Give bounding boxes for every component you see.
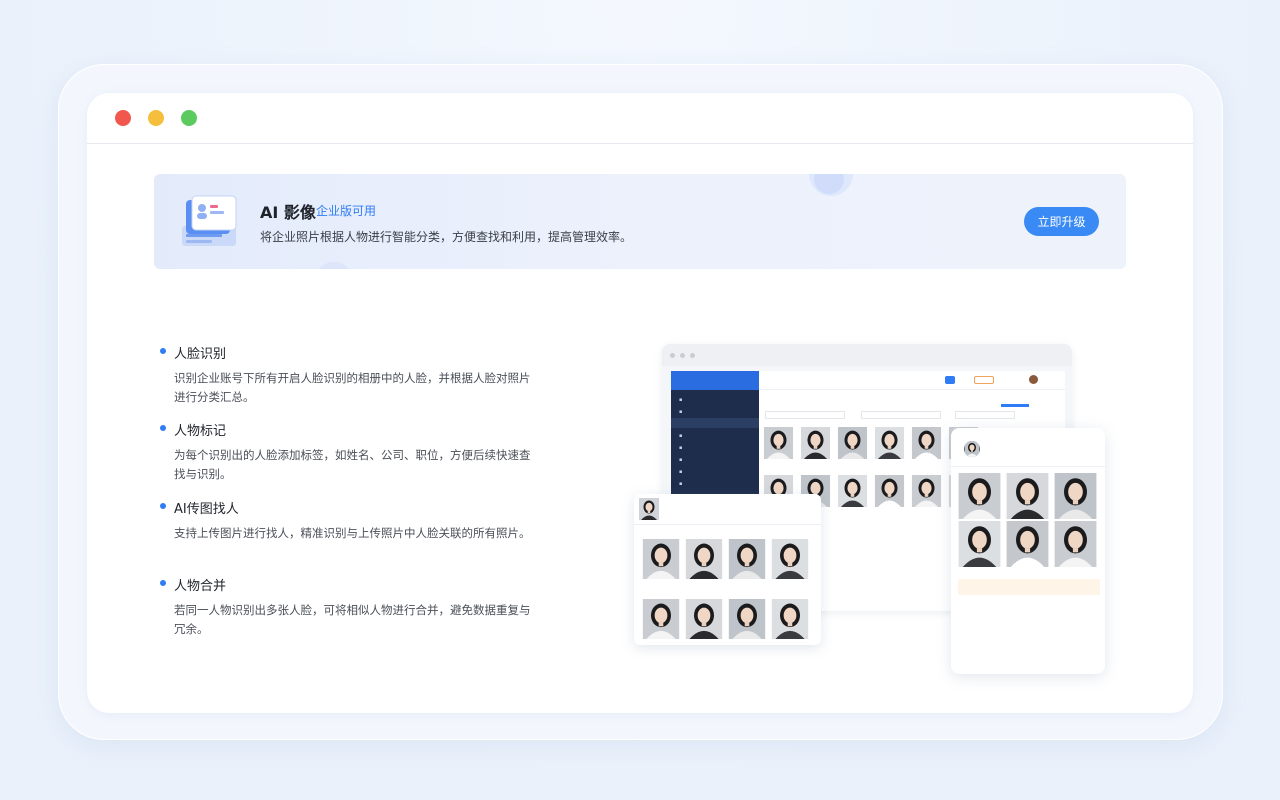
feature-description: 为每个识别出的人脸添加标签，如姓名、公司、职位，方便后续快速查找与识别。: [174, 448, 531, 481]
photo-thumbnail: [770, 599, 810, 639]
photo-thumbnail: [957, 521, 1002, 567]
minimize-window-button[interactable]: [148, 110, 164, 126]
enterprise-tag: 企业版可用: [316, 204, 377, 218]
feature-description: 识别企业账号下所有开启人脸识别的相册中的人脸，并根据人脸对照片进行分类汇总。: [174, 371, 531, 404]
maximize-window-button[interactable]: [181, 110, 197, 126]
photo-thumbnail: [873, 475, 906, 507]
upgrade-button[interactable]: 立即升级: [1024, 207, 1099, 236]
photo-thumbnail: [641, 539, 681, 579]
feature-title: 人物标记: [174, 424, 227, 439]
feature-description: 若同一人物识别出多张人脸，可将相似人物进行合并，避免数据重复与冗余。: [174, 603, 531, 636]
window-titlebar: [87, 93, 1193, 144]
bullet-icon: [160, 503, 166, 509]
feature-title: AI传图找人: [174, 502, 239, 517]
photo-thumbnail: [1053, 521, 1098, 567]
product-screenshot-search-result: [951, 428, 1105, 674]
bullet-icon: [160, 348, 166, 354]
bullet-icon: [160, 425, 166, 431]
ai-image-illustration-icon: [178, 192, 242, 252]
photo-thumbnail: [727, 599, 767, 639]
photo-thumbnail: [957, 473, 1002, 519]
bullet-icon: [160, 580, 166, 586]
banner-title: AI 影像: [260, 203, 316, 222]
photo-thumbnail: [836, 427, 869, 459]
banner-description: 将企业照片根据人物进行智能分类，方便查找和利用，提高管理效率。: [260, 230, 633, 244]
photo-thumbnail: [799, 427, 832, 459]
photo-thumbnail: [873, 427, 906, 459]
photo-thumbnail: [684, 599, 724, 639]
feature-title: 人物合并: [174, 579, 227, 594]
photo-thumbnail: [836, 475, 869, 507]
photo-thumbnail: [684, 539, 724, 579]
feature-title: 人脸识别: [174, 347, 227, 362]
photo-thumbnail: [762, 427, 795, 459]
photo-thumbnail: [1005, 521, 1050, 567]
mock-logo: [671, 371, 759, 390]
photo-thumbnail: [1053, 473, 1098, 519]
feature-description: 支持上传图片进行找人，精准识别与上传照片中人脸关联的所有照片。: [174, 526, 531, 540]
photo-thumbnail: [1005, 473, 1050, 519]
photo-thumbnail: [770, 539, 810, 579]
product-screenshot-person-detail: [634, 494, 821, 645]
close-window-button[interactable]: [115, 110, 131, 126]
photo-thumbnail: [910, 475, 943, 507]
photo-thumbnail: [727, 539, 767, 579]
photo-thumbnail: [641, 599, 681, 639]
promo-banner: AI 影像 企业版可用 将企业照片根据人物进行智能分类，方便查找和利用，提高管理…: [154, 174, 1126, 269]
browser-window: AI 影像 企业版可用 将企业照片根据人物进行智能分类，方便查找和利用，提高管理…: [87, 93, 1193, 713]
photo-thumbnail: [910, 427, 943, 459]
